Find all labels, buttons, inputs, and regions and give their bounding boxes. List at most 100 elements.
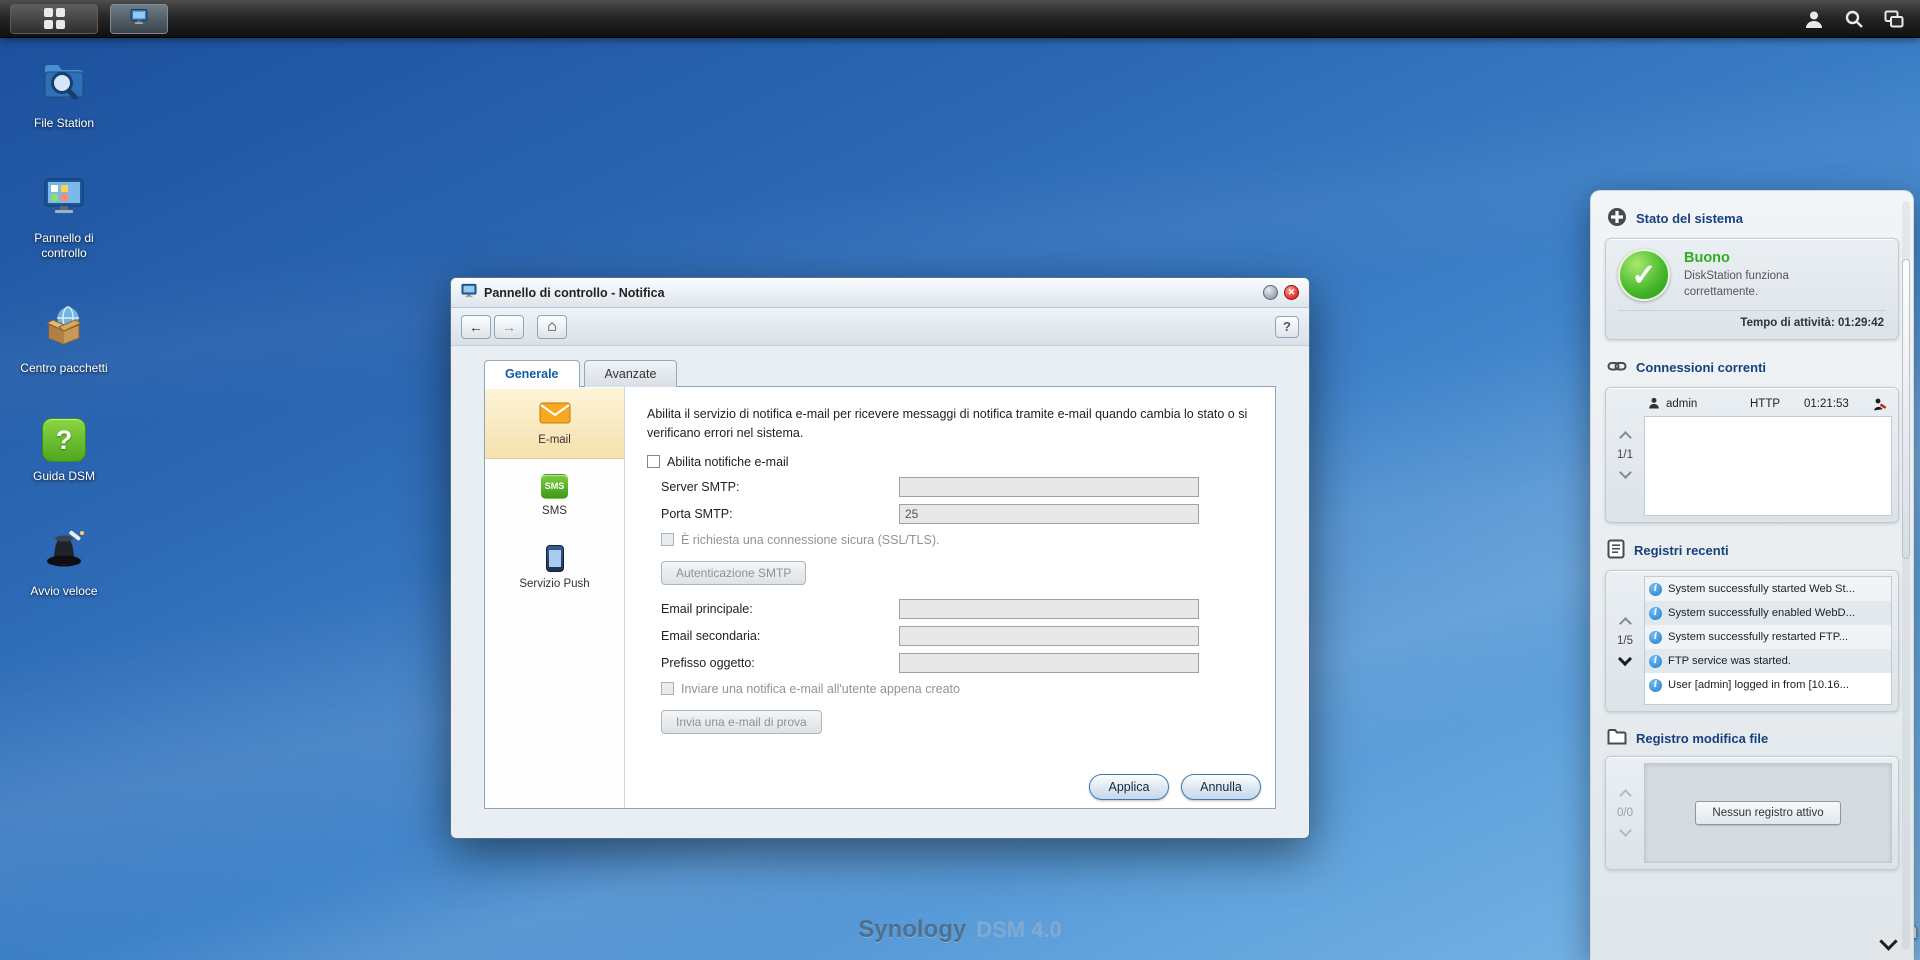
smtp-auth-button[interactable]: Autenticazione SMTP — [661, 560, 807, 585]
user-menu-icon[interactable] — [1804, 9, 1824, 29]
enable-email-checkbox[interactable] — [647, 455, 660, 468]
status-detail: DiskStation funziona correttamente. — [1684, 269, 1789, 298]
tab-avanzate[interactable]: Avanzate — [583, 360, 678, 387]
widget-title: Registro modifica file — [1636, 730, 1769, 746]
window-close-button[interactable]: ✕ — [1284, 285, 1299, 300]
page-up-icon[interactable] — [1618, 431, 1632, 444]
log-text: User [admin] logged in from [10.16... — [1668, 679, 1849, 691]
help-button[interactable]: ? — [1275, 315, 1299, 338]
log-text: System successfully enabled WebD... — [1668, 607, 1855, 619]
desktop-icon-column: File Station Pannello di controllo Centr… — [12, 58, 116, 599]
home-button[interactable]: ⌂ — [537, 314, 567, 339]
page-down-icon[interactable] — [1617, 651, 1633, 666]
apply-button[interactable]: Applica — [1089, 774, 1169, 800]
connections-list: admin HTTP 01:21:53 — [1644, 388, 1898, 522]
tab-content: E-mail SMS SMS Servizio Push Abilita il … — [484, 386, 1276, 809]
enable-email-checkbox-row: Abilita notifiche e-mail — [647, 455, 1253, 469]
send-test-email-button[interactable]: Invia una e-mail di prova — [661, 709, 822, 734]
window-minimize-button[interactable] — [1263, 285, 1278, 300]
pilot-view-icon[interactable] — [1884, 10, 1904, 28]
log-document-icon — [1607, 539, 1625, 562]
nav-item-label: Servizio Push — [519, 577, 590, 590]
connection-row[interactable]: admin HTTP 01:21:53 — [1644, 392, 1892, 416]
ssl-checkbox[interactable] — [661, 533, 674, 546]
tab-strip: Generale Avanzate — [484, 360, 681, 389]
search-icon[interactable] — [1844, 9, 1864, 29]
tab-generale[interactable]: Generale — [484, 360, 580, 389]
info-icon: i — [1649, 654, 1662, 668]
main-menu-button[interactable] — [10, 3, 98, 34]
page-indicator: 0/0 — [1617, 807, 1633, 819]
nav-item-email[interactable]: E-mail — [485, 387, 624, 459]
user-icon — [1648, 397, 1660, 412]
info-icon: i — [1649, 582, 1662, 596]
subject-prefix-label: Prefisso oggetto: — [661, 656, 755, 670]
recent-logs-box: 1/5 i System successfully started Web St… — [1605, 570, 1899, 712]
no-active-log-label: Nessun registro attivo — [1695, 801, 1841, 825]
email-secondary-row: Email secondaria: — [661, 624, 1253, 649]
ssl-checkbox-row: È richiesta una connessione sicura (SSL/… — [661, 533, 1253, 547]
nav-item-sms[interactable]: SMS SMS — [485, 459, 624, 531]
page-indicator: 1/1 — [1617, 449, 1633, 461]
subject-prefix-input[interactable] — [899, 653, 1199, 673]
back-button[interactable]: ← — [461, 314, 491, 339]
panel-scrollbar-thumb[interactable] — [1902, 259, 1910, 559]
smartphone-icon — [545, 544, 564, 572]
connections-box: 1/1 admin HTTP 01:21:53 — [1605, 387, 1899, 523]
enable-email-label: Abilita notifiche e-mail — [667, 454, 789, 469]
connection-time: 01:21:53 — [1804, 398, 1849, 410]
control-panel-icon — [41, 173, 87, 224]
nav-item-push[interactable]: Servizio Push — [485, 531, 624, 603]
email-secondary-input[interactable] — [899, 626, 1199, 646]
email-secondary-label: Email secondaria: — [661, 629, 761, 643]
log-row[interactable]: i System successfully enabled WebD... — [1645, 601, 1891, 625]
email-form: Server SMTP: Porta SMTP: È richiesta una… — [661, 475, 1253, 734]
page-down-icon[interactable] — [1618, 466, 1632, 479]
desktop-icon-file-station[interactable]: File Station — [12, 58, 116, 131]
panel-scrollbar — [1902, 201, 1910, 950]
desktop-icon-dsm-help[interactable]: ? Guida DSM — [12, 418, 116, 484]
log-row[interactable]: i FTP service was started. — [1645, 649, 1891, 673]
forward-button[interactable]: → — [494, 314, 524, 339]
desktop-icon-control-panel[interactable]: Pannello di controllo — [12, 173, 116, 261]
smtp-server-input[interactable] — [899, 477, 1199, 497]
connection-user: admin — [1666, 398, 1698, 410]
control-panel-window-icon — [130, 8, 148, 30]
desktop-icon-label: Centro pacchetti — [20, 361, 108, 375]
desktop-icon-label: Guida DSM — [32, 469, 96, 483]
ssl-label: È richiesta una connessione sicura (SSL/… — [681, 532, 940, 547]
file-log-pager: 0/0 — [1606, 757, 1644, 869]
desktop-icon-label: Pannello di controllo — [34, 231, 94, 260]
kick-connection-icon[interactable] — [1873, 398, 1888, 411]
widget-title: Registri recenti — [1634, 543, 1729, 558]
email-primary-input[interactable] — [899, 599, 1199, 619]
taskbar-open-app-button[interactable] — [110, 3, 168, 34]
page-up-icon[interactable] — [1618, 616, 1632, 630]
notify-new-user-checkbox[interactable] — [661, 682, 674, 695]
recent-logs-header: Registri recenti — [1607, 539, 1897, 562]
page-down-icon[interactable] — [1618, 824, 1632, 837]
dsm-brand-watermark: Synology DSM 4.0 — [858, 916, 1062, 944]
log-row[interactable]: i User [admin] logged in from [10.16... — [1645, 673, 1891, 697]
file-station-icon — [41, 58, 87, 109]
window-titlebar[interactable]: Pannello di controllo - Notifica ✕ — [451, 278, 1309, 308]
logs-list: i System successfully started Web St... … — [1644, 576, 1892, 705]
page-up-icon[interactable] — [1618, 789, 1632, 802]
notify-new-user-label: Inviare una notifica e-mail all'utente a… — [681, 681, 960, 696]
brand-name: Synology — [858, 916, 967, 943]
info-icon: i — [1649, 606, 1662, 620]
system-status-box: ✓ Buono DiskStation funziona correttamen… — [1605, 238, 1899, 340]
smtp-port-input[interactable] — [899, 504, 1199, 524]
log-row[interactable]: i System successfully started Web St... — [1645, 577, 1891, 601]
desktop-icon-quick-start[interactable]: Avvio veloce — [12, 526, 116, 599]
magic-hat-icon — [41, 526, 87, 577]
log-row[interactable]: i System successfully restarted FTP... — [1645, 625, 1891, 649]
logs-pager: 1/5 — [1606, 571, 1644, 711]
taskbar — [0, 0, 1920, 38]
panel-collapse-chevron-icon[interactable] — [1879, 932, 1898, 951]
desktop-icon-package-center[interactable]: Centro pacchetti — [12, 303, 116, 376]
widget-title: Stato del sistema — [1636, 211, 1743, 226]
email-primary-label: Email principale: — [661, 602, 753, 616]
cancel-button[interactable]: Annulla — [1181, 774, 1261, 800]
desktop-icon-label: Avvio veloce — [30, 584, 98, 598]
